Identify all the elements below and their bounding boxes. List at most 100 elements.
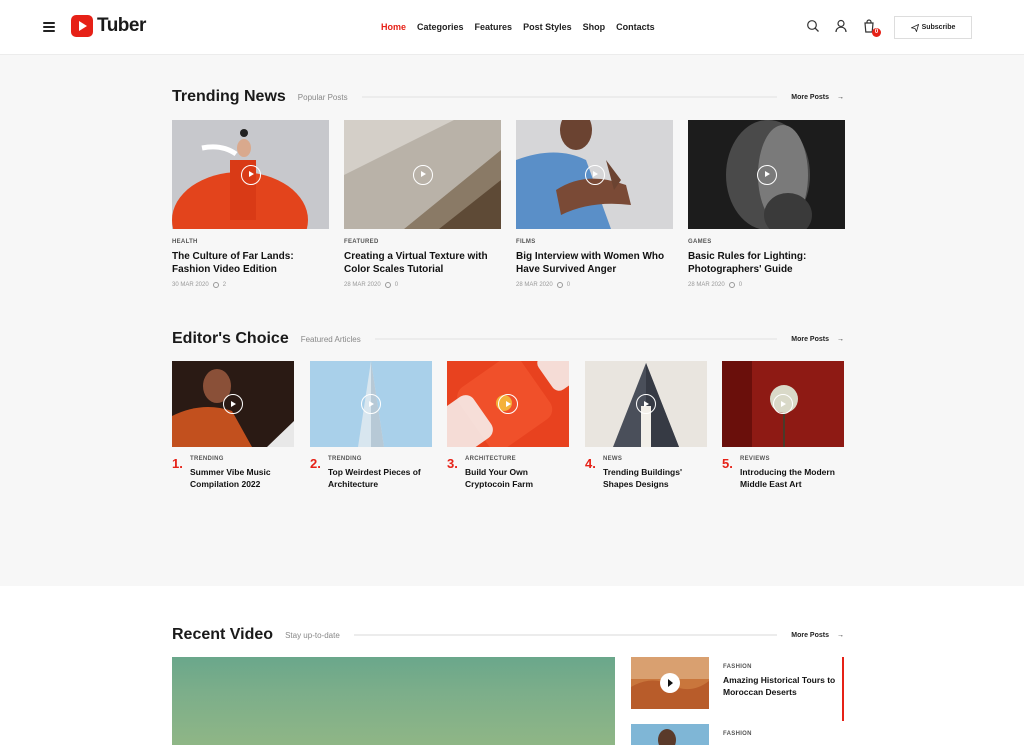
post-title[interactable]: The Culture of Far Lands: Fashion Video … bbox=[172, 250, 329, 276]
post-title[interactable]: Summer Vibe Music Compilation 2022 bbox=[190, 466, 294, 490]
rank-number: 4. bbox=[585, 456, 596, 471]
post-title[interactable]: Amazing Historical Tours to Moroccan Des… bbox=[723, 674, 841, 698]
post-category[interactable]: FASHION bbox=[723, 664, 841, 670]
active-indicator bbox=[842, 657, 844, 721]
editors-header: Editor's Choice Featured Articles More P… bbox=[172, 329, 844, 349]
comment-count: 0 bbox=[738, 282, 743, 288]
site-logo[interactable]: Tuber bbox=[71, 15, 146, 37]
trending-more-posts-link[interactable]: More Posts → bbox=[791, 94, 844, 101]
nav-categories[interactable]: Categories bbox=[417, 22, 464, 32]
header-icons: 0 bbox=[806, 19, 881, 37]
post-text: TRENDING Top Weirdest Pieces of Architec… bbox=[328, 456, 432, 490]
post-meta: 30 MAR 2020 2 bbox=[172, 282, 329, 288]
editors-post: 3. ARCHITECTURE Build Your Own Cryptocoi… bbox=[447, 361, 569, 489]
post-text: NEWS Trending Buildings' Shapes Designs bbox=[603, 456, 707, 490]
post-title[interactable]: Top Weirdest Pieces of Architecture bbox=[328, 466, 432, 490]
subscribe-button[interactable]: Subscribe bbox=[894, 16, 972, 39]
recent-more-posts-link[interactable]: More Posts → bbox=[791, 632, 844, 639]
post-category[interactable]: TRENDING bbox=[190, 456, 294, 462]
comment-icon bbox=[728, 282, 735, 288]
post-thumbnail[interactable] bbox=[688, 120, 845, 229]
post-category[interactable]: FILMS bbox=[516, 239, 673, 245]
editors-more-posts-link[interactable]: More Posts → bbox=[791, 336, 844, 343]
post-thumbnail[interactable] bbox=[722, 361, 844, 447]
post-title[interactable]: Creating a Virtual Texture with Color Sc… bbox=[344, 250, 501, 276]
post-thumbnail[interactable] bbox=[172, 120, 329, 229]
post-title[interactable]: Trending Buildings' Shapes Designs bbox=[603, 466, 707, 490]
logo-text: Tuber bbox=[97, 15, 146, 36]
play-button[interactable] bbox=[412, 164, 433, 185]
post-title[interactable]: Basic Rules for Lighting: Photographers'… bbox=[688, 250, 845, 276]
play-button[interactable] bbox=[660, 673, 680, 693]
post-thumbnail[interactable] bbox=[310, 361, 432, 447]
post-thumbnail[interactable] bbox=[585, 361, 707, 447]
divider bbox=[361, 96, 778, 98]
post-category[interactable]: NEWS bbox=[603, 456, 707, 462]
recent-header: Recent Video Stay up-to-date More Posts → bbox=[172, 625, 844, 645]
menu-icon[interactable] bbox=[43, 22, 55, 32]
rank-number: 3. bbox=[447, 456, 458, 471]
post-category[interactable]: FEATURED bbox=[344, 239, 501, 245]
post-thumbnail[interactable] bbox=[447, 361, 569, 447]
recent-subtitle: Stay up-to-date bbox=[285, 630, 340, 640]
post-text: REVIEWS Introducing the Modern Middle Ea… bbox=[740, 456, 844, 490]
trending-subtitle: Popular Posts bbox=[297, 92, 348, 102]
post-category[interactable]: FASHION bbox=[723, 731, 841, 737]
post-text: ARCHITECTURE Build Your Own Cryptocoin F… bbox=[465, 456, 569, 490]
nav-contacts[interactable]: Contacts bbox=[616, 22, 655, 32]
post-date: 28 MAR 2020 bbox=[344, 282, 381, 288]
play-button[interactable] bbox=[240, 164, 261, 185]
post-thumbnail[interactable] bbox=[172, 361, 294, 447]
post-thumbnail[interactable] bbox=[344, 120, 501, 229]
thumbnail-image bbox=[658, 729, 676, 745]
nav-home[interactable]: Home bbox=[381, 22, 406, 32]
cart-icon[interactable]: 0 bbox=[862, 19, 881, 37]
play-button[interactable] bbox=[584, 164, 605, 185]
arrow-right-icon: → bbox=[837, 93, 844, 101]
rank-number: 1. bbox=[172, 456, 183, 471]
more-posts-label: More Posts bbox=[791, 631, 829, 639]
play-button[interactable] bbox=[756, 164, 777, 185]
play-button[interactable] bbox=[361, 394, 381, 414]
post-title[interactable]: Big Interview with Women Who Have Surviv… bbox=[516, 250, 673, 276]
comment-count: 0 bbox=[394, 282, 399, 288]
play-button[interactable] bbox=[773, 394, 793, 414]
divider bbox=[374, 338, 778, 340]
nav-shop[interactable]: Shop bbox=[583, 22, 606, 32]
editors-post: 2. TRENDING Top Weirdest Pieces of Archi… bbox=[310, 361, 432, 489]
post-thumbnail[interactable] bbox=[631, 657, 709, 709]
post-category[interactable]: REVIEWS bbox=[740, 456, 844, 462]
more-posts-label: More Posts bbox=[791, 335, 829, 343]
play-button[interactable] bbox=[498, 394, 518, 414]
play-button[interactable] bbox=[636, 394, 656, 414]
rank-number: 2. bbox=[310, 456, 321, 471]
nav-features[interactable]: Features bbox=[475, 22, 513, 32]
post-thumbnail[interactable] bbox=[516, 120, 673, 229]
nav-post-styles[interactable]: Post Styles bbox=[523, 22, 572, 32]
post-title[interactable]: Build Your Own Cryptocoin Farm bbox=[465, 466, 569, 490]
trending-post: FEATURED Creating a Virtual Texture with… bbox=[344, 120, 501, 288]
play-button[interactable] bbox=[223, 394, 243, 414]
post-title[interactable]: Introducing the Modern Middle East Art bbox=[740, 466, 844, 490]
post-text: FASHION bbox=[723, 731, 841, 737]
editors-title: Editor's Choice bbox=[172, 330, 289, 347]
featured-video[interactable] bbox=[172, 657, 615, 745]
post-category[interactable]: TRENDING bbox=[328, 456, 432, 462]
comment-count: 0 bbox=[566, 282, 571, 288]
post-category[interactable]: HEALTH bbox=[172, 239, 329, 245]
site-header: Tuber Home Categories Features Post Styl… bbox=[0, 0, 1024, 55]
post-category[interactable]: ARCHITECTURE bbox=[465, 456, 569, 462]
post-category[interactable]: GAMES bbox=[688, 239, 845, 245]
arrow-right-icon: → bbox=[837, 335, 844, 343]
search-icon[interactable] bbox=[806, 19, 820, 33]
comment-icon bbox=[384, 282, 391, 288]
trending-post: GAMES Basic Rules for Lighting: Photogra… bbox=[688, 120, 845, 288]
subscribe-label: Subscribe bbox=[921, 24, 956, 31]
main-nav: Home Categories Features Post Styles Sho… bbox=[381, 22, 655, 32]
trending-title: Trending News bbox=[172, 88, 286, 105]
user-icon[interactable] bbox=[834, 19, 848, 33]
rank-number: 5. bbox=[722, 456, 733, 471]
logo-play-icon bbox=[71, 15, 93, 37]
post-thumbnail[interactable] bbox=[631, 724, 709, 745]
trending-post: HEALTH The Culture of Far Lands: Fashion… bbox=[172, 120, 329, 288]
